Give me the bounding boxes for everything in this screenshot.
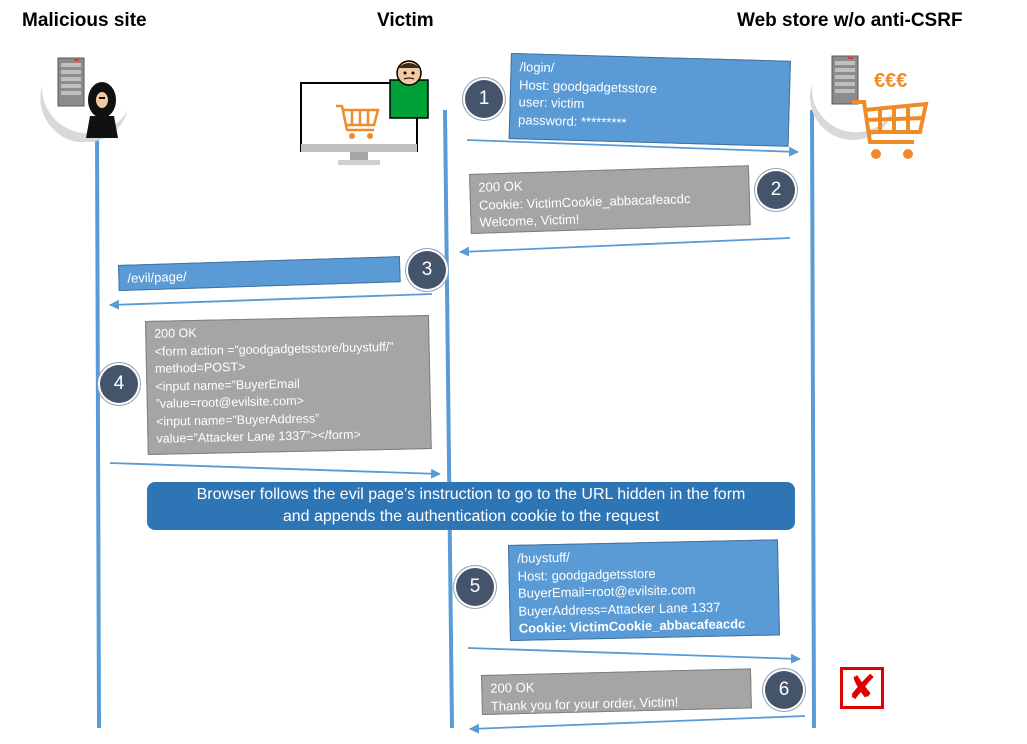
arrow-step-5: [467, 647, 801, 664]
step-badge-5: 5: [456, 568, 494, 606]
red-x-icon: ✘: [840, 667, 884, 709]
web-store-figure: [809, 55, 929, 159]
malicious-lifeline: [95, 129, 101, 729]
malicious-site-figure: [40, 57, 128, 142]
victim-person-icon: [389, 60, 429, 119]
message-box-step-2: 200 OK Cookie: VictimCookie_abbacafeacdc…: [469, 165, 751, 234]
arrow-step-6: [469, 715, 806, 734]
banner-line: and appends the authentication cookie to…: [282, 508, 660, 525]
arrow-step-3: [109, 293, 433, 310]
message-box-step-1: /login/ Host: goodgadgetsstore user: vic…: [508, 53, 791, 147]
step-badge-4: 4: [100, 365, 138, 403]
arrow-step-2: [459, 237, 791, 257]
server-icon: [57, 57, 85, 107]
banner-line: Browser follows the evil page’s instruct…: [196, 486, 746, 503]
message-box-step-4: 200 OK <form action =”goodgadgetsstore/b…: [145, 315, 432, 455]
server-icon: [831, 55, 859, 105]
browser-behaviour-banner: Browser follows the evil page’s instruct…: [147, 482, 795, 530]
step-badge-3: 3: [408, 251, 446, 289]
message-box-step-6: 200 OK Thank you for your order, Victim!: [481, 668, 752, 715]
step-badge-2: 2: [757, 171, 795, 209]
message-line: /evil/page/: [127, 268, 187, 286]
web-store-lifeline: [810, 109, 816, 729]
message-box-step-5: /buystuff/ Host: goodgadgetsstore BuyerE…: [508, 539, 780, 641]
victim-lifeline: [443, 109, 454, 729]
step-badge-6: 6: [765, 671, 803, 709]
currency-label: €€€: [874, 70, 908, 92]
step-badge-1: 1: [465, 80, 503, 118]
hooded-attacker-icon: [86, 82, 118, 138]
arrow-step-4: [109, 462, 441, 479]
